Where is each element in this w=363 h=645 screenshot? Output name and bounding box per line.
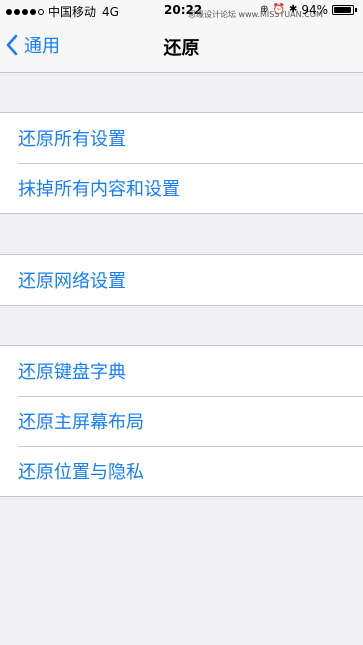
row-label: 抹掉所有内容和设置 (18, 179, 180, 200)
battery-icon (332, 5, 354, 15)
lock-rotation-icon: ⊕ (260, 4, 269, 15)
bluetooth-icon: ✱ (288, 4, 298, 15)
settings-group-reset-all: 还原所有设置 抹掉所有内容和设置 (0, 112, 363, 214)
row-label: 还原位置与隐私 (18, 462, 144, 483)
settings-group-network: 还原网络设置 (0, 254, 363, 306)
reset-network-settings-button[interactable]: 还原网络设置 (0, 255, 363, 305)
status-bar: 中国移动 4G 20:22 思缘设计论坛 www.MISSYUAN.COM ⊕ … (0, 0, 363, 22)
settings-group-other: 还原键盘字典 还原主屏幕布局 还原位置与隐私 (0, 345, 363, 497)
row-label: 还原网络设置 (18, 271, 126, 292)
page-title: 还原 (163, 38, 200, 59)
reset-keyboard-dictionary-button[interactable]: 还原键盘字典 (0, 346, 363, 396)
alarm-icon: ⏰ (272, 4, 285, 15)
row-label: 还原主屏幕布局 (18, 412, 144, 433)
battery-percent: 94% (301, 3, 328, 17)
status-left: 中国移动 4G (6, 3, 119, 20)
erase-all-content-button[interactable]: 抹掉所有内容和设置 (0, 163, 363, 213)
battery-cap (355, 8, 357, 12)
reset-location-privacy-button[interactable]: 还原位置与隐私 (0, 446, 363, 496)
reset-all-settings-button[interactable]: 还原所有设置 (0, 113, 363, 163)
signal-strength-icon (6, 8, 44, 15)
row-label: 还原键盘字典 (18, 362, 126, 383)
navigation-bar: 通用 还原 (0, 22, 363, 73)
network-type: 4G (102, 4, 119, 19)
carrier-label: 中国移动 (48, 5, 97, 19)
row-label: 还原所有设置 (18, 129, 126, 150)
reset-home-screen-layout-button[interactable]: 还原主屏幕布局 (0, 396, 363, 446)
status-right: ⊕ ⏰ ✱ 94% (260, 3, 357, 17)
